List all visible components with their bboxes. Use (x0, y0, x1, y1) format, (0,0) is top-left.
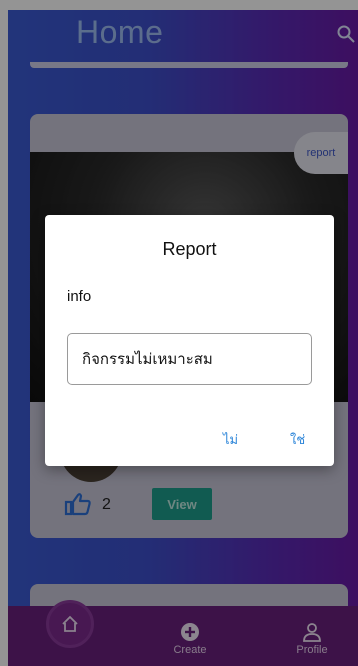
report-reason-value: กิจกรรมไม่เหมาะสม (82, 350, 213, 368)
dialog-info-label: info (67, 288, 92, 305)
yes-button[interactable]: ใช่ (290, 429, 305, 450)
dialog-title: Report (162, 239, 217, 259)
report-dialog: Report info กิจกรรมไม่เหมาะสม ไม่ ใช่ (45, 215, 334, 466)
report-reason-input[interactable]: กิจกรรมไม่เหมาะสม (67, 333, 312, 385)
no-button[interactable]: ไม่ (223, 429, 238, 450)
